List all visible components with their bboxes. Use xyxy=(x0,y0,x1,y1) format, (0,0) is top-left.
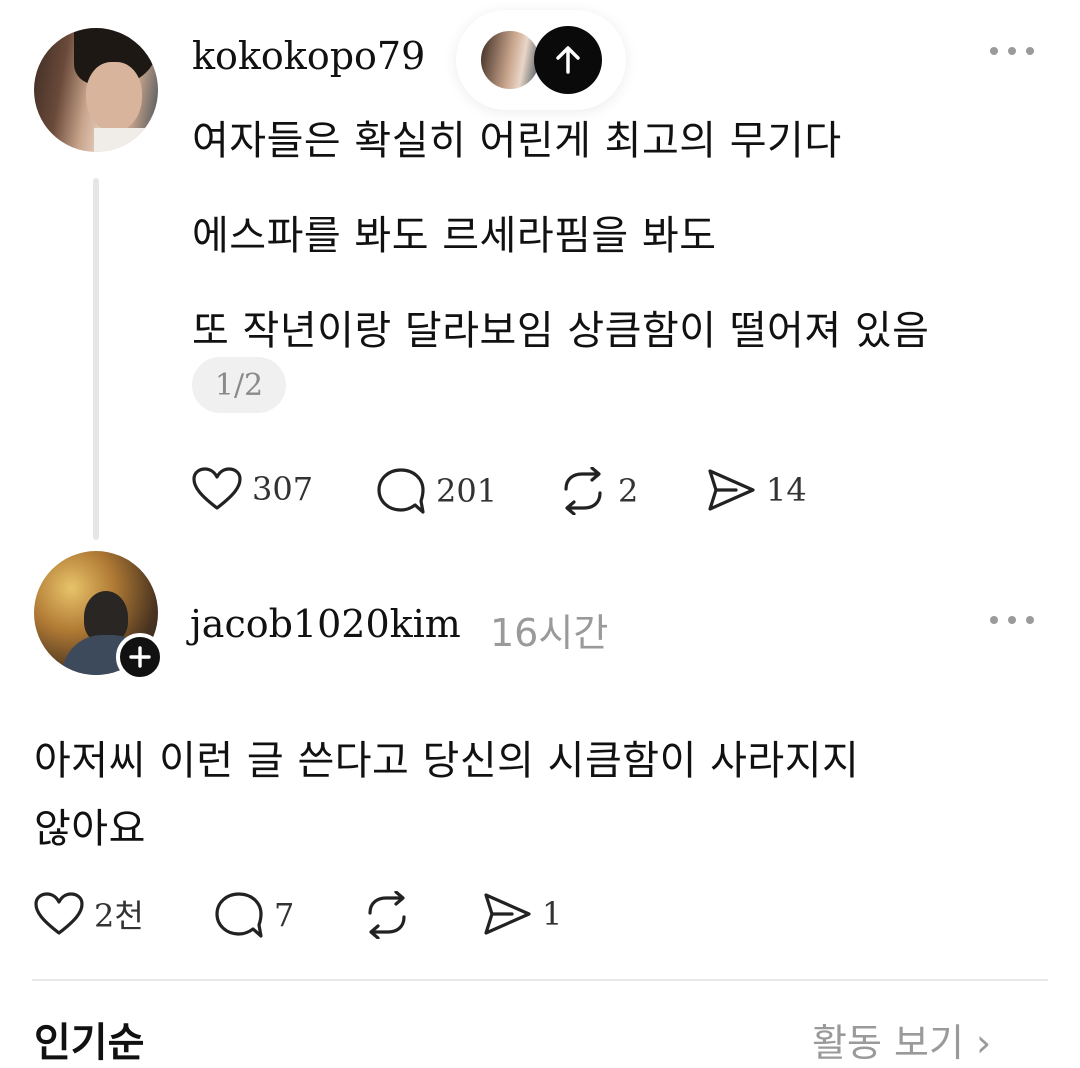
reply-repost-button[interactable] xyxy=(362,891,422,939)
comment-count: 201 xyxy=(436,472,498,510)
reply-text-line: 않아요 xyxy=(34,806,146,852)
send-icon xyxy=(706,467,756,513)
reply-comment-button[interactable]: 7 xyxy=(214,891,294,939)
plus-icon xyxy=(129,646,151,668)
reply-comment-count: 7 xyxy=(274,896,295,934)
like-button[interactable]: 307 xyxy=(192,467,313,511)
reply-timestamp: 16시간 xyxy=(490,611,609,655)
heart-icon xyxy=(192,467,242,511)
heart-icon xyxy=(34,892,84,936)
repost-icon xyxy=(558,467,608,515)
reply-more-options-button[interactable] xyxy=(990,612,1034,628)
author-avatar[interactable] xyxy=(34,28,158,152)
section-divider xyxy=(32,979,1048,981)
post-text-line: 에스파를 봐도 르세라핌을 봐도 xyxy=(192,213,717,259)
post-text-line: 여자들은 확실히 어린게 최고의 무기다 xyxy=(192,118,842,164)
reply-like-count: 2천 xyxy=(94,897,144,935)
repost-count: 2 xyxy=(618,472,639,510)
repost-icon xyxy=(362,891,412,939)
post-text-line: 또 작년이랑 달라보임 상큼함이 떨어져 있음 xyxy=(192,308,930,354)
scroll-to-top-button[interactable] xyxy=(534,26,602,94)
view-activity-link[interactable]: 활동 보기 › xyxy=(812,1012,991,1067)
thread-connector-line xyxy=(93,178,99,540)
share-button[interactable]: 14 xyxy=(706,467,807,513)
follow-button[interactable] xyxy=(116,633,164,681)
post-author-username[interactable]: kokokopo79 xyxy=(192,34,425,78)
share-count: 14 xyxy=(766,471,807,509)
send-icon xyxy=(482,891,532,937)
comment-bubble-icon xyxy=(376,467,426,515)
comment-button[interactable]: 201 xyxy=(376,467,497,515)
like-count: 307 xyxy=(252,470,314,508)
reply-text-line: 아저씨 이런 글 쓴다고 당신의 시큼함이 사라지지 xyxy=(34,738,860,784)
mini-avatar xyxy=(478,28,542,92)
arrow-up-icon xyxy=(551,43,585,77)
reply-share-count: 1 xyxy=(542,895,563,933)
reply-share-button[interactable]: 1 xyxy=(482,891,562,937)
repost-button[interactable]: 2 xyxy=(558,467,638,515)
comment-bubble-icon xyxy=(214,891,264,939)
more-options-button[interactable] xyxy=(990,43,1034,59)
thread-pager-badge[interactable]: 1/2 xyxy=(192,357,286,413)
reply-like-button[interactable]: 2천 xyxy=(34,891,144,937)
sort-popular-tab[interactable]: 인기순 xyxy=(34,1010,144,1068)
reply-author-username[interactable]: jacob1020kim xyxy=(190,602,461,646)
